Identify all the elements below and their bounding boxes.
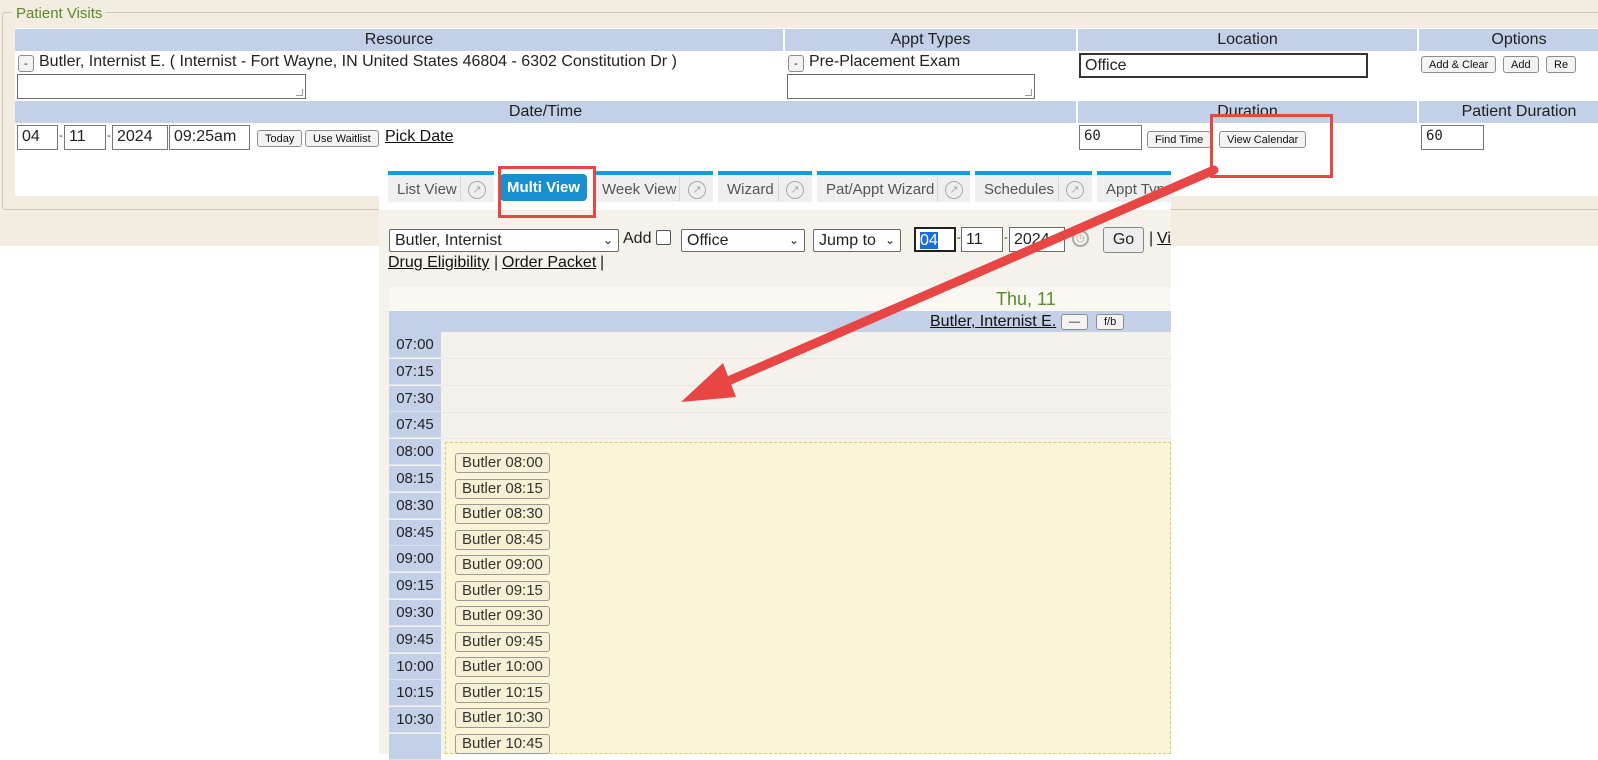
arrow-shaft (707, 165, 1219, 393)
annotation-arrow (681, 165, 1219, 402)
arrow-head (681, 363, 736, 402)
